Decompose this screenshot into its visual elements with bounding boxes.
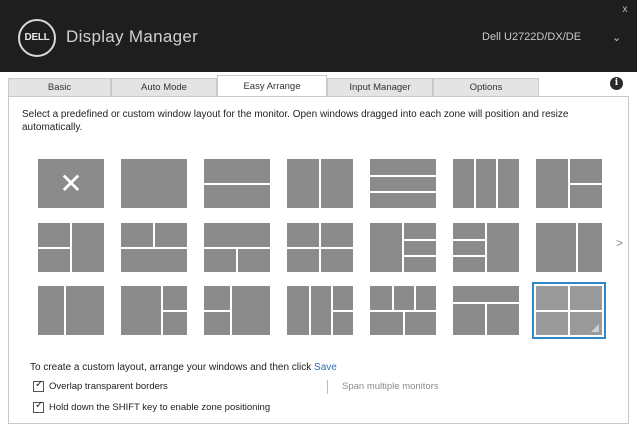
tab-auto-mode[interactable]: Auto Mode <box>111 78 217 97</box>
zone-divider <box>370 175 436 177</box>
span-label: Span multiple monitors <box>342 381 439 392</box>
zone-divider <box>204 183 270 185</box>
chevron-down-icon[interactable]: ⌄ <box>612 31 621 44</box>
layout-tile[interactable] <box>121 286 187 335</box>
layout-tile[interactable] <box>453 223 519 272</box>
layout-tile[interactable] <box>204 159 270 208</box>
close-icon[interactable]: x <box>619 4 631 16</box>
layout-tile[interactable] <box>38 286 104 335</box>
layout-tile[interactable] <box>204 286 270 335</box>
zone-divider <box>153 223 155 247</box>
zone-divider <box>309 286 311 335</box>
layout-tile[interactable] <box>370 286 436 335</box>
no-layout-icon: ✕ <box>59 168 83 199</box>
save-link[interactable]: Save <box>314 362 337 373</box>
overlap-label: Overlap transparent borders <box>49 381 168 392</box>
zone-divider <box>121 247 187 249</box>
tab-options[interactable]: Options <box>433 78 539 97</box>
zone-divider <box>474 159 476 208</box>
zone-divider <box>485 223 487 272</box>
zone-divider <box>453 255 485 257</box>
layout-tile[interactable] <box>536 159 602 208</box>
zone-divider <box>38 247 70 249</box>
layout-tile[interactable] <box>370 159 436 208</box>
zone-divider <box>236 247 238 272</box>
shift-option[interactable]: Hold down the SHIFT key to enable zone p… <box>33 400 271 413</box>
layout-tile[interactable] <box>121 223 187 272</box>
tab-input-manager[interactable]: Input Manager <box>327 78 433 97</box>
layout-tile[interactable] <box>204 223 270 272</box>
zone-divider <box>485 304 487 335</box>
zone-divider <box>404 239 436 241</box>
shift-checkbox[interactable] <box>33 400 44 413</box>
dell-logo: DELL <box>18 19 56 57</box>
layout-description: Select a predefined or custom window lay… <box>22 109 569 133</box>
overlap-option[interactable]: Overlap transparent borders <box>33 379 168 392</box>
zone-divider <box>496 159 498 208</box>
layout-tile[interactable] <box>370 223 436 272</box>
layout-tile[interactable] <box>121 159 187 208</box>
next-page-arrow-icon[interactable]: > <box>616 236 623 250</box>
zone-divider <box>404 255 436 257</box>
zone-divider <box>230 286 232 335</box>
monitor-selector[interactable]: Dell U2722D/DX/DE <box>482 31 581 43</box>
zone-divider <box>319 159 321 208</box>
zone-divider <box>331 310 353 312</box>
zone-divider <box>414 286 416 310</box>
layout-tile[interactable] <box>287 159 353 208</box>
overlap-checkbox[interactable] <box>33 379 44 392</box>
shift-label: Hold down the SHIFT key to enable zone p… <box>49 402 271 413</box>
zone-divider <box>370 191 436 193</box>
info-icon[interactable]: i <box>610 77 623 90</box>
zone-divider <box>403 310 405 335</box>
zone-divider <box>287 247 353 249</box>
hint-text: To create a custom layout, arrange your … <box>30 362 312 373</box>
zone-divider <box>70 223 72 272</box>
layout-tile[interactable] <box>287 223 353 272</box>
layout-tile[interactable] <box>536 223 602 272</box>
layout-tile[interactable] <box>532 282 606 339</box>
layout-tile[interactable] <box>287 286 353 335</box>
app-title: Display Manager <box>66 27 199 46</box>
zone-divider <box>536 310 602 312</box>
tab-basic[interactable]: Basic <box>8 78 111 97</box>
title-bar: DELL Display Manager x Dell U2722D/DX/DE… <box>0 0 637 72</box>
zone-divider <box>392 286 394 310</box>
layout-tile[interactable] <box>38 223 104 272</box>
custom-layout-hint: To create a custom layout, arrange your … <box>30 362 337 373</box>
zone-divider <box>204 310 230 312</box>
zone-divider <box>64 286 66 335</box>
layout-tile[interactable] <box>453 159 519 208</box>
layout-none-tile[interactable]: ✕ <box>38 159 104 208</box>
layout-grid: ✕ <box>38 159 606 339</box>
zone-divider <box>576 223 578 272</box>
zone-divider <box>453 239 485 241</box>
zone-divider <box>402 223 404 272</box>
zone-divider <box>570 183 602 185</box>
zone-divider <box>163 310 187 312</box>
tab-easy-arrange[interactable]: Easy Arrange <box>217 75 327 98</box>
resize-corner-icon <box>591 324 599 332</box>
span-option: Span multiple monitors <box>342 381 439 392</box>
options-divider <box>327 380 328 394</box>
layout-tile[interactable] <box>453 286 519 335</box>
